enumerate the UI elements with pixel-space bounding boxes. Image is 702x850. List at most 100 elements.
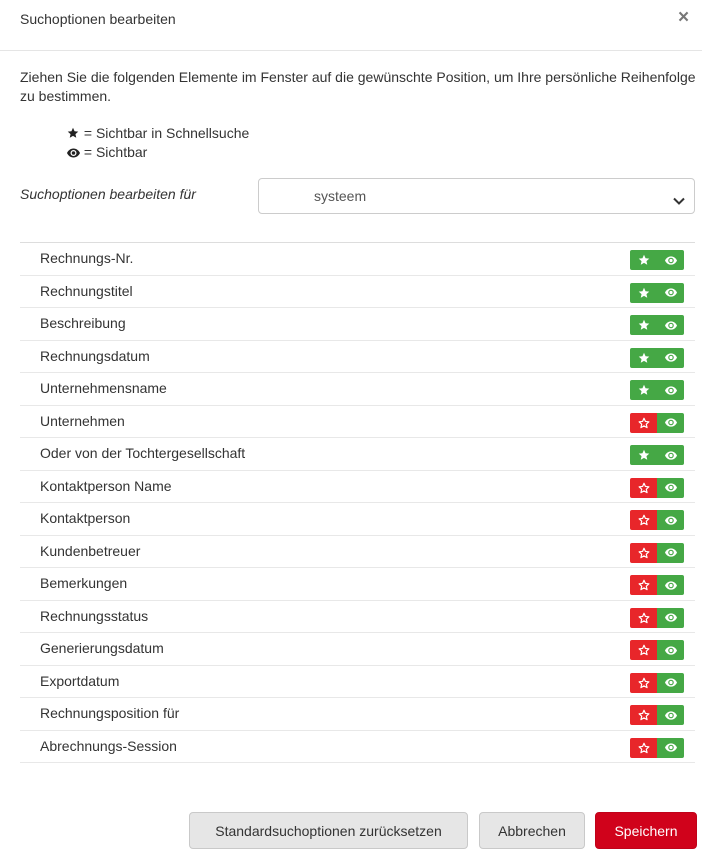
list-item-label: Rechnungsdatum [40,347,150,364]
list-item[interactable]: Unternehmensname [20,373,695,406]
eye-icon [66,143,80,162]
star-filled-icon[interactable] [630,315,657,335]
visibility-toggle-group [630,445,684,465]
list-item[interactable]: Generierungsdatum [20,633,695,666]
visibility-toggle-group [630,282,684,303]
eye-icon[interactable] [657,705,684,725]
eye-icon[interactable] [657,477,684,498]
legend-star-label: = Sichtbar in Schnellsuche [83,125,250,141]
close-icon[interactable]: × [678,8,689,27]
list-item[interactable]: Exportdatum [20,666,695,698]
dialog-header: Suchoptionen bearbeiten × [0,0,702,51]
list-item-label: Oder von der Tochtergesellschaft [40,445,246,461]
list-item-label: Rechnungsstatus [40,607,149,624]
star-filled-icon[interactable] [630,380,657,400]
eye-icon[interactable] [657,282,684,303]
eye-icon[interactable] [657,542,684,563]
star-outline-icon[interactable] [630,737,657,758]
visibility-toggle-group [630,542,684,563]
eye-icon[interactable] [657,672,684,693]
cancel-button[interactable]: Abbrechen [479,812,585,849]
list-item[interactable]: Geändert von [20,763,695,766]
list-item-label: Kontaktperson Name [40,477,172,494]
list-item-label: Kontaktperson [40,510,131,526]
star-filled-icon[interactable] [630,250,657,270]
star-outline-icon[interactable] [630,542,657,563]
eye-icon[interactable] [657,412,684,433]
list-item-label: Beschreibung [40,315,126,331]
user-select[interactable]: systeem [258,178,695,214]
list-item[interactable]: Rechnungsstatus [20,601,695,633]
visibility-toggle-group [630,737,684,758]
list-item-label: Generierungsdatum [40,640,164,656]
legend-eye-label: = Sichtbar [83,144,148,160]
user-select-value: systeem [314,188,367,204]
eye-icon[interactable] [657,640,684,660]
list-item-label: Unternehmensname [40,380,167,396]
star-filled-icon[interactable] [630,347,657,368]
visibility-toggle-group [630,347,684,368]
list-item-label: Rechnungsposition für [40,705,180,721]
list-item[interactable]: Kontaktperson [20,503,695,536]
visibility-toggle-group [630,412,684,433]
visibility-toggle-group [630,705,684,725]
visibility-toggle-group [630,315,684,335]
visibility-toggle-group [630,640,684,660]
intro-text: Ziehen Sie die folgenden Elemente im Fen… [20,69,696,104]
chevron-down-icon [673,192,685,208]
legend-eye-row: = Sichtbar [66,143,249,162]
visibility-toggle-group [630,575,684,595]
eye-icon[interactable] [657,380,684,400]
list-item[interactable]: Abrechnungs-Session [20,731,695,763]
star-outline-icon[interactable] [630,640,657,660]
star-outline-icon[interactable] [630,705,657,725]
visibility-toggle-group [630,380,684,400]
reset-defaults-button[interactable]: Standardsuchoptionen zurücksetzen [189,812,468,849]
eye-icon[interactable] [657,250,684,270]
star-filled-icon[interactable] [630,445,657,465]
list-item-label: Abrechnungs-Session [40,737,177,754]
star-outline-icon[interactable] [630,575,657,595]
list-item-label: Rechnungs-Nr. [40,250,134,266]
list-item[interactable]: Kundenbetreuer [20,536,695,568]
eye-icon[interactable] [657,607,684,628]
visibility-toggle-group [630,250,684,270]
legend-star-row: = Sichtbar in Schnellsuche [66,124,249,143]
list-item-label: Kundenbetreuer [40,542,141,559]
star-filled-icon[interactable] [630,282,657,303]
list-item-label: Bemerkungen [40,575,128,591]
star-outline-icon[interactable] [630,510,657,530]
star-outline-icon[interactable] [630,412,657,433]
list-item-label: Rechnungstitel [40,282,133,299]
star-outline-icon[interactable] [630,477,657,498]
list-item[interactable]: Beschreibung [20,308,695,341]
list-item[interactable]: Rechnungs-Nr. [20,243,695,276]
visibility-toggle-group [630,510,684,530]
visibility-toggle-group [630,607,684,628]
list-item-label: Exportdatum [40,672,120,689]
eye-icon[interactable] [657,347,684,368]
eye-icon[interactable] [657,510,684,530]
selector-label: Suchoptionen bearbeiten für [20,186,196,202]
star-outline-icon[interactable] [630,607,657,628]
eye-icon[interactable] [657,575,684,595]
search-options-list: Rechnungs-Nr. Rechnungstitel Beschreibung R… [20,242,695,766]
list-item[interactable]: Unternehmen [20,406,695,438]
star-filled-icon [66,124,80,143]
visibility-toggle-group [630,477,684,498]
list-item[interactable]: Rechnungsposition für [20,698,695,731]
eye-icon[interactable] [657,445,684,465]
list-item[interactable]: Rechnungstitel [20,276,695,308]
list-item[interactable]: Kontaktperson Name [20,471,695,503]
list-item[interactable]: Oder von der Tochtergesellschaft [20,438,695,471]
list-item-label: Unternehmen [40,412,125,429]
save-button[interactable]: Speichern [595,812,697,849]
eye-icon[interactable] [657,315,684,335]
dialog-title: Suchoptionen bearbeiten [20,11,176,27]
list-item[interactable]: Rechnungsdatum [20,341,695,373]
legend: = Sichtbar in Schnellsuche = Sichtbar [66,124,249,162]
visibility-toggle-group [630,672,684,693]
eye-icon[interactable] [657,737,684,758]
star-outline-icon[interactable] [630,672,657,693]
list-item[interactable]: Bemerkungen [20,568,695,601]
